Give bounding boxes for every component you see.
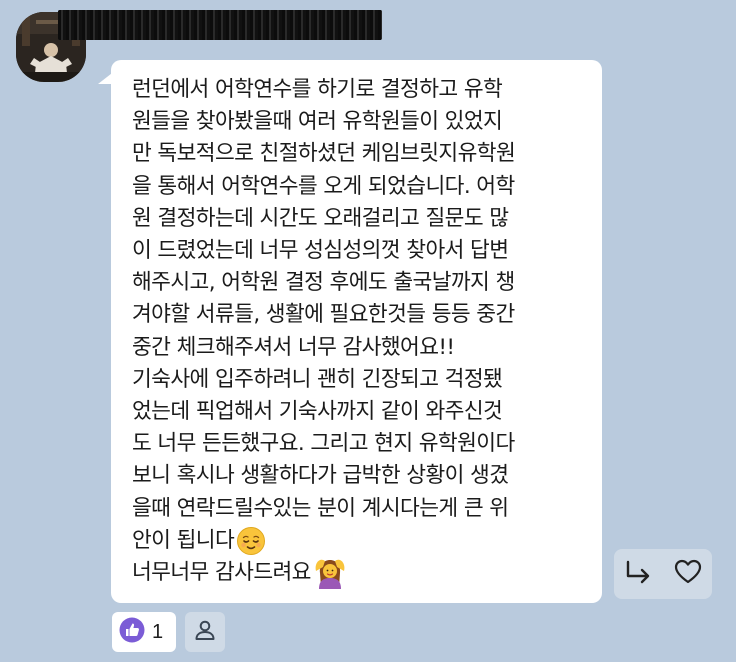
reply-arrow-icon bbox=[625, 559, 653, 589]
like-count: 1 bbox=[152, 620, 164, 643]
message-line: 원들을 찾아봤을때 여러 유학원들이 있었지 bbox=[132, 109, 503, 135]
message-line: 을때 연락드릴수있는 분이 계시다는게 큰 위 bbox=[132, 495, 509, 521]
message-actions bbox=[614, 549, 712, 599]
message-bubble[interactable]: 런던에서 어학연수를 하기로 결정하고 유학 원들을 찾아봤을때 여러 유학원들… bbox=[111, 60, 602, 603]
person-icon bbox=[193, 618, 217, 646]
message-line: 런던에서 어학연수를 하기로 결정하고 유학 bbox=[132, 77, 503, 102]
message-line: 원 결정하는데 시간도 오래걸리고 질문도 많 bbox=[132, 205, 509, 231]
message-line: 기숙사에 입주하려니 괜히 긴장되고 걱정됐 bbox=[132, 366, 503, 392]
add-reaction-button[interactable] bbox=[185, 612, 225, 652]
thumbs-up-icon bbox=[119, 617, 145, 647]
message-line-text: 너무너무 감사드려요 bbox=[132, 560, 311, 586]
message-line-with-emoji: 너무너무 감사드려요 bbox=[132, 557, 582, 590]
reply-button[interactable] bbox=[614, 549, 663, 599]
heart-outline-icon bbox=[674, 559, 702, 589]
message-line: 해주시고, 어학원 결정 후에도 출국날까지 챙 bbox=[132, 270, 515, 296]
message-line: 보니 혹시나 생활하다가 급박한 상황이 생겼 bbox=[132, 463, 509, 489]
message-line: 겨야할 서류들, 생활에 필요한것들 등등 중간 bbox=[132, 302, 515, 328]
message-line: 이 드렸었는데 너무 성심성의껏 찾아서 답변 bbox=[132, 238, 509, 264]
message-line: 중간 체크해주셔서 너무 감사했어요!! bbox=[132, 334, 455, 360]
message-line-text: 안이 됩니다 bbox=[132, 527, 235, 553]
like-reaction-chip[interactable]: 1 bbox=[112, 612, 176, 652]
message-line: 었는데 픽업해서 기숙사까지 같이 와주신것 bbox=[132, 399, 503, 425]
sender-name-redacted: ████████████████ bbox=[58, 10, 382, 40]
message-line: 도 너무 든든했구요. 그리고 현지 유학원이다 bbox=[132, 431, 515, 457]
relieved-face-emoji-icon bbox=[236, 526, 266, 556]
like-heart-button[interactable] bbox=[663, 549, 712, 599]
message-line: 을 통해서 어학연수를 오게 되었습니다. 어학 bbox=[132, 173, 515, 199]
message-line: 만 독보적으로 친절하셨던 케임브릿지유학원 bbox=[132, 141, 516, 167]
message-line-with-emoji: 안이 됩니다 bbox=[132, 525, 582, 557]
person-gesturing-ok-emoji-icon bbox=[313, 557, 347, 590]
